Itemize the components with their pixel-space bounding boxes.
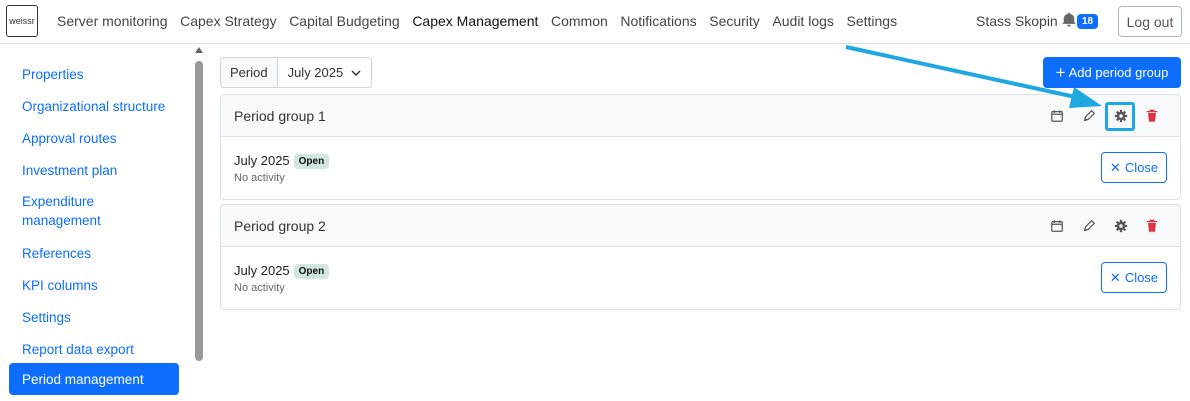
period-group-card: Period group 2 July 2025 Open No activity… (220, 204, 1181, 310)
sidebar-item-organizational-structure[interactable]: Organizational structure (22, 97, 182, 116)
calendar-icon[interactable] (1049, 218, 1065, 234)
nav-capex-strategy[interactable]: Capex Strategy (180, 13, 277, 29)
period-selector: Period July 2025 (220, 57, 373, 88)
app-logo[interactable]: weissr (6, 5, 38, 37)
nav-audit-logs[interactable]: Audit logs (772, 13, 833, 29)
sidebar-item-approval-routes[interactable]: Approval routes (22, 129, 182, 148)
sidebar-item-period-management[interactable]: Period management (9, 363, 179, 395)
add-period-group-button[interactable]: + Add period group (1043, 57, 1181, 88)
main-nav: Server monitoring Capex Strategy Capital… (57, 13, 910, 29)
nav-capital-budgeting[interactable]: Capital Budgeting (289, 13, 400, 29)
pencil-icon[interactable] (1081, 218, 1097, 234)
x-icon: ✕ (1109, 159, 1121, 175)
period-row: July 2025 Open No activity ✕ Close (221, 247, 1180, 309)
activity-text: No activity (234, 172, 285, 184)
x-icon: ✕ (1109, 269, 1121, 285)
period-row: July 2025 Open No activity ✕ Close (221, 137, 1180, 199)
annotation-highlight-box (1105, 102, 1135, 131)
sidebar-item-investment-plan[interactable]: Investment plan (22, 161, 182, 180)
period-name: July 2025 Open (234, 263, 330, 279)
status-badge: Open (293, 264, 330, 279)
nav-capex-management[interactable]: Capex Management (412, 13, 538, 29)
sidebar-item-kpi-columns[interactable]: KPI columns (22, 276, 182, 295)
logout-button[interactable]: Log out (1118, 6, 1182, 37)
nav-notifications[interactable]: Notifications (620, 13, 696, 29)
activity-text: No activity (234, 282, 285, 294)
close-label: Close (1124, 270, 1159, 285)
chevron-down-icon (351, 58, 361, 87)
close-period-button[interactable]: ✕ Close (1101, 262, 1167, 293)
trash-icon[interactable] (1144, 218, 1160, 234)
sidebar-item-expenditure-management[interactable]: Expenditure management (22, 192, 132, 230)
notification-count-badge: 18 (1077, 13, 1099, 29)
period-name: July 2025 Open (234, 153, 330, 169)
top-navbar: weissr Server monitoring Capex Strategy … (0, 0, 1190, 44)
period-group-header: Period group 1 (221, 95, 1180, 137)
period-dropdown[interactable]: July 2025 (277, 58, 372, 87)
trash-icon[interactable] (1144, 108, 1160, 124)
add-period-group-label: Add period group (1068, 65, 1169, 80)
sidebar-item-report-data-export[interactable]: Report data export (22, 340, 182, 359)
period-label: Period (221, 58, 278, 87)
sidebar-item-properties[interactable]: Properties (22, 65, 182, 84)
nav-common[interactable]: Common (551, 13, 608, 29)
period-dropdown-value: July 2025 (287, 65, 344, 80)
user-name[interactable]: Stass Skopin (976, 13, 1058, 29)
notifications-button[interactable]: 18 (1062, 12, 1099, 30)
close-label: Close (1124, 160, 1159, 175)
nav-settings[interactable]: Settings (846, 13, 897, 29)
plus-icon: + (1055, 63, 1066, 82)
period-group-title: Period group 2 (234, 218, 326, 234)
scroll-up-arrow-icon[interactable] (195, 47, 203, 53)
nav-server-monitoring[interactable]: Server monitoring (57, 13, 168, 29)
sidebar-scrollbar[interactable] (193, 47, 205, 401)
period-group-header: Period group 2 (221, 205, 1180, 247)
sidebar-item-settings[interactable]: Settings (22, 308, 182, 327)
gear-icon[interactable] (1113, 218, 1129, 234)
bell-icon (1062, 12, 1076, 30)
period-group-card: Period group 1 July 2025 Open No activity… (220, 94, 1181, 200)
nav-security[interactable]: Security (709, 13, 760, 29)
period-group-title: Period group 1 (234, 108, 326, 124)
calendar-icon[interactable] (1049, 108, 1065, 124)
sidebar: Properties Organizational structure Appr… (0, 45, 207, 401)
close-period-button[interactable]: ✕ Close (1101, 152, 1167, 183)
pencil-icon[interactable] (1081, 108, 1097, 124)
scroll-thumb[interactable] (195, 61, 203, 361)
sidebar-item-references[interactable]: References (22, 244, 182, 263)
status-badge: Open (293, 154, 330, 169)
